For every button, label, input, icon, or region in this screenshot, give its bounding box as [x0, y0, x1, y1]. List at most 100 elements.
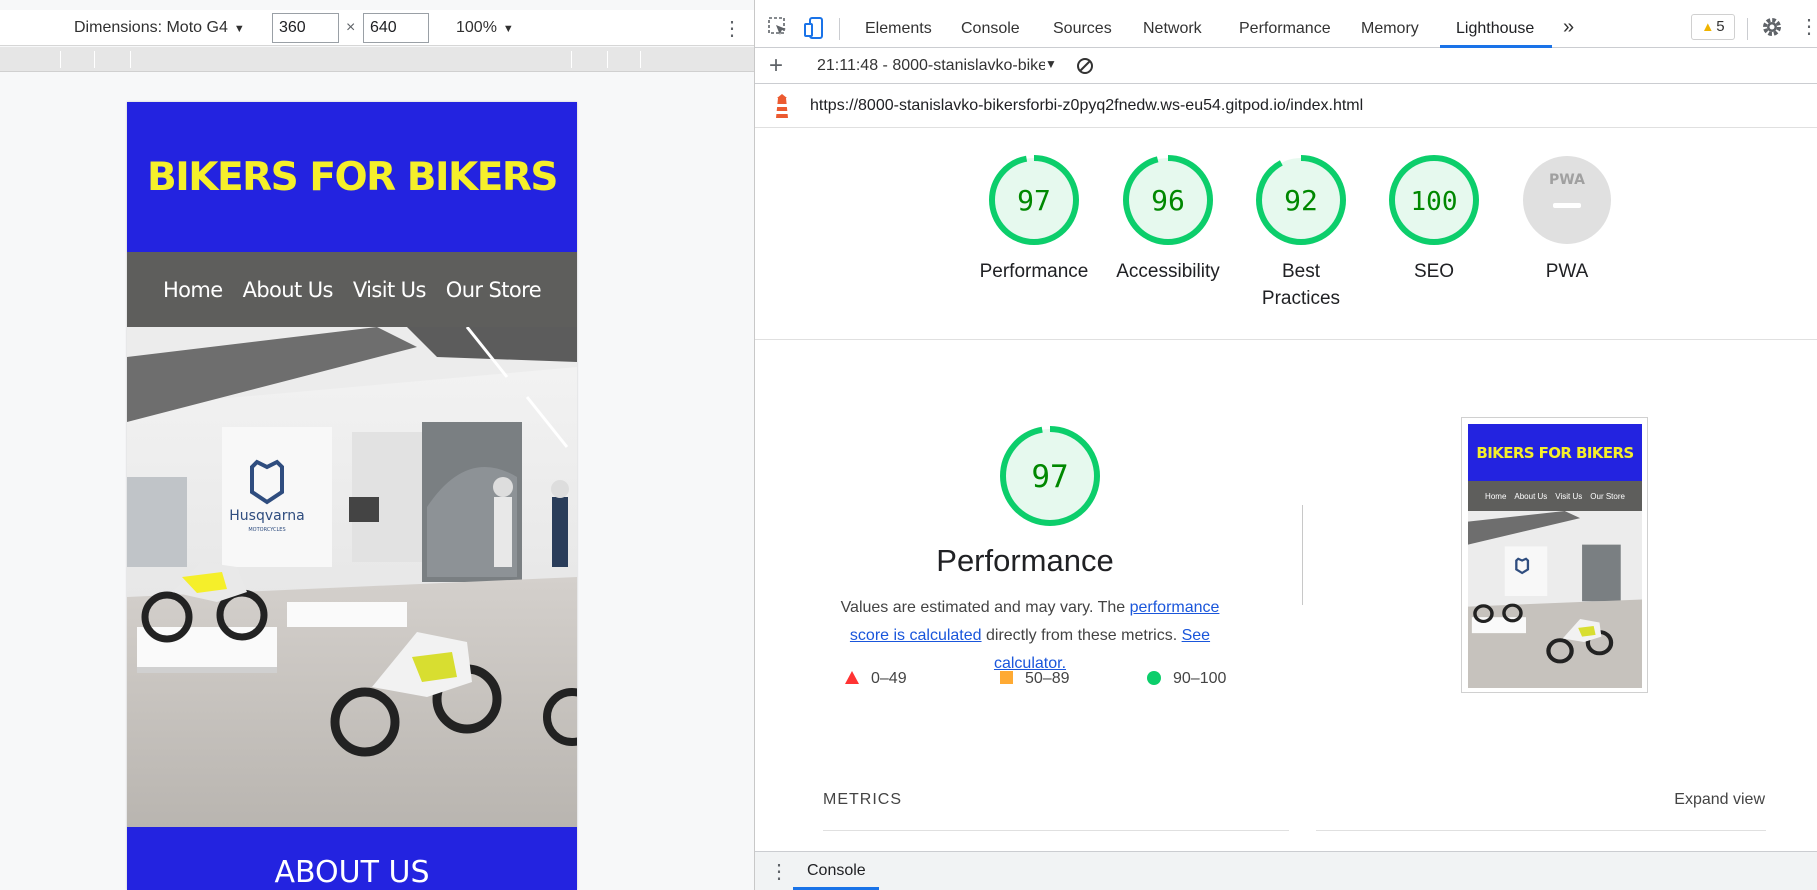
legend-fail: 0–49 [845, 670, 907, 688]
gauge-pwa[interactable]: PWA PWA [1502, 154, 1632, 285]
performance-description: Values are estimated and may vary. The p… [840, 599, 1220, 672]
inspect-element-icon[interactable] [767, 16, 789, 43]
score-ring: 100 [1389, 155, 1479, 245]
final-screenshot-thumbnail[interactable]: BIKERS FOR BIKERS Home About Us Visit Us… [1461, 417, 1648, 693]
score-ring: 97 [1000, 426, 1100, 526]
screenshot-preview: BIKERS FOR BIKERS Home About Us Visit Us… [1468, 424, 1642, 688]
emulated-device-viewport[interactable]: BIKERS FOR BIKERS Home About Us Visit Us… [127, 102, 577, 890]
device-toolbar-toggle-icon[interactable] [803, 16, 825, 45]
legend-pass: 90–100 [1147, 670, 1226, 688]
gauge-label: Accessibility [1116, 261, 1220, 282]
clear-reports-icon[interactable] [1075, 56, 1095, 81]
dimensions-select[interactable]: Dimensions: Moto G4 ▼ [74, 19, 245, 37]
metrics-divider [823, 830, 1289, 831]
svg-text:92: 92 [1284, 184, 1318, 217]
lighthouse-icon [771, 94, 793, 125]
console-drawer: ⋮ Console [755, 851, 1817, 890]
svg-text:Husqvarna: Husqvarna [229, 508, 304, 524]
metrics-heading: METRICS [823, 791, 902, 808]
dimensions-label: Dimensions: Moto G4 [74, 19, 228, 36]
tab-network[interactable]: Network [1143, 20, 1202, 38]
site-nav: Home About Us Visit Us Our Store [127, 252, 577, 327]
gauge-accessibility[interactable]: 96 Accessibility [1103, 154, 1233, 285]
gear-icon[interactable] [1760, 15, 1784, 44]
chevron-down-icon: ▼ [233, 23, 245, 35]
devtools-tabbar: Elements Console Sources Network Perform… [755, 10, 1817, 48]
media-query-ruler[interactable] [0, 47, 754, 72]
tab-memory[interactable]: Memory [1361, 20, 1419, 38]
more-options-icon[interactable]: ⋮ [722, 16, 742, 41]
about-heading: ABOUT US [274, 855, 430, 890]
tab-elements[interactable]: Elements [865, 20, 932, 38]
expand-view-toggle[interactable]: Expand view [1674, 791, 1765, 809]
device-toolbar: Dimensions: Moto G4 ▼ 360 × 640 100% ▼ ⋮ [0, 10, 754, 46]
lighthouse-toolbar: + 21:11:48 - 8000-stanislavko-bikersforb… [755, 48, 1817, 84]
about-section: ABOUT US [127, 827, 577, 890]
thumb-nav: Home About Us Visit Us Our Store [1468, 481, 1642, 511]
warnings-count: 5 [1716, 18, 1725, 35]
warnings-badge[interactable]: ▲ 5 [1691, 14, 1735, 40]
thumb-nav-store: Our Store [1590, 491, 1625, 501]
svg-text:100: 100 [1411, 187, 1458, 217]
thumb-title: BIKERS FOR BIKERS [1476, 443, 1634, 462]
pwa-badge-icon: PWA [1523, 156, 1611, 244]
zoom-select[interactable]: 100% ▼ [456, 19, 514, 37]
score-ring: 97 [989, 155, 1079, 245]
site-header: BIKERS FOR BIKERS [127, 102, 577, 252]
thumb-header: BIKERS FOR BIKERS [1468, 424, 1642, 481]
performance-score-gauge: 97 [998, 424, 1102, 533]
thumb-nav-about: About Us [1514, 491, 1548, 501]
height-input[interactable]: 640 [363, 13, 429, 43]
thumb-nav-visit: Visit Us [1555, 491, 1583, 501]
customize-menu-icon[interactable]: ⋮ [1799, 14, 1817, 39]
average-square-icon [1000, 671, 1013, 684]
gauge-label: SEO [1413, 261, 1455, 282]
gauge-label: Best Practices [1261, 261, 1341, 309]
nav-link-about-us[interactable]: About Us [243, 278, 334, 302]
tab-console[interactable]: Console [961, 20, 1020, 38]
hero-image: Husqvarna MOTORCYCLES [127, 327, 577, 827]
toolbar-divider [1747, 18, 1748, 40]
metrics-divider [1316, 830, 1766, 831]
thumb-hero-image [1468, 511, 1642, 688]
tab-lighthouse[interactable]: Lighthouse [1456, 20, 1534, 38]
width-input[interactable]: 360 [272, 13, 339, 43]
drawer-menu-icon[interactable]: ⋮ [769, 859, 789, 884]
gauge-performance[interactable]: 97 Performance [969, 154, 1099, 285]
svg-text:MOTORCYCLES: MOTORCYCLES [248, 527, 285, 533]
performance-title: Performance [936, 543, 1114, 578]
zoom-label: 100% [456, 19, 497, 36]
chevron-down-icon[interactable]: ▼ [1045, 57, 1057, 71]
score-ring: 96 [1123, 155, 1213, 245]
gauge-label: PWA [1545, 261, 1589, 282]
nav-link-our-store[interactable]: Our Store [446, 278, 542, 302]
report-select[interactable]: 21:11:48 - 8000-stanislavko-bikersforbi [817, 57, 1045, 75]
more-tabs-icon[interactable]: » [1563, 16, 1574, 39]
chevron-down-icon: ▼ [502, 23, 514, 35]
toolbar-divider [839, 18, 840, 40]
devtools-panel: Elements Console Sources Network Perform… [755, 0, 1817, 890]
device-emulation-pane: Dimensions: Moto G4 ▼ 360 × 640 100% ▼ ⋮ B… [0, 0, 754, 890]
tab-performance[interactable]: Performance [1239, 20, 1331, 38]
gauge-best-practices[interactable]: 92 Best Practices [1236, 154, 1366, 312]
report-url-bar: https://8000-stanislavko-bikersforbi-z0p… [755, 85, 1817, 128]
fail-triangle-icon [845, 671, 859, 684]
gauge-label: Performance [979, 261, 1089, 282]
nav-link-home[interactable]: Home [163, 278, 223, 302]
svg-text:97: 97 [1031, 459, 1068, 495]
thumb-nav-home: Home [1485, 491, 1507, 501]
svg-text:PWA: PWA [1549, 172, 1585, 188]
score-ring: 92 [1256, 155, 1346, 245]
nav-link-visit-us[interactable]: Visit Us [353, 278, 427, 302]
showroom-illustration: Husqvarna MOTORCYCLES [127, 327, 577, 827]
tab-sources[interactable]: Sources [1053, 20, 1112, 38]
site-title[interactable]: BIKERS FOR BIKERS [147, 155, 558, 200]
report-url[interactable]: https://8000-stanislavko-bikersforbi-z0p… [810, 97, 1363, 115]
warning-icon: ▲ [1701, 19, 1715, 34]
svg-text:97: 97 [1017, 184, 1051, 217]
add-report-icon[interactable]: + [769, 52, 783, 80]
gauge-seo[interactable]: 100 SEO [1369, 154, 1499, 285]
svg-text:96: 96 [1151, 184, 1185, 217]
pass-circle-icon [1147, 671, 1161, 685]
drawer-tab-console[interactable]: Console [807, 862, 866, 880]
